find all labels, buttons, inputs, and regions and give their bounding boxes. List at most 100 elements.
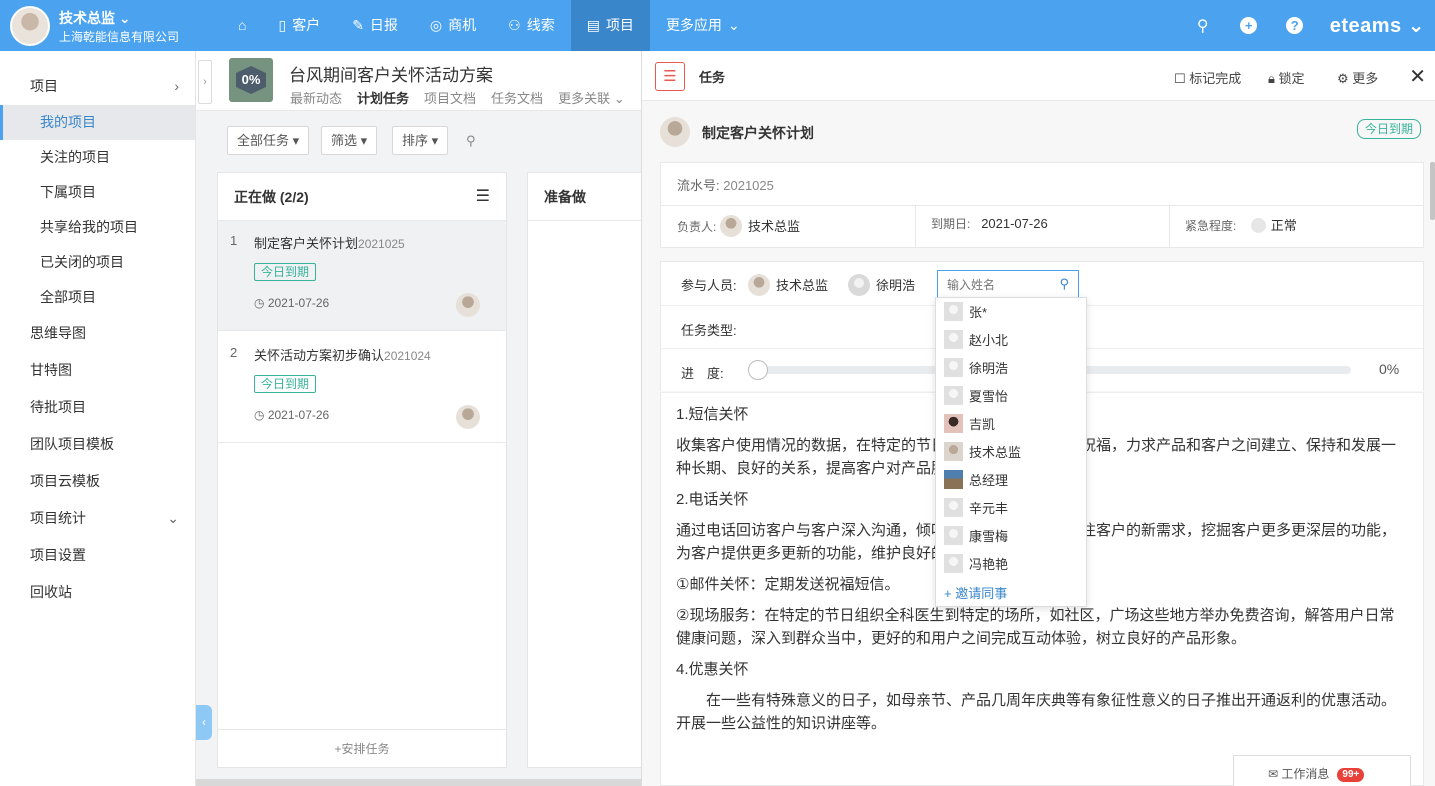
avatar (944, 470, 963, 489)
close-icon[interactable]: ✕ (1409, 64, 1426, 89)
task-owner-avatar[interactable] (660, 117, 690, 147)
project-progress-badge: 0% (229, 58, 273, 102)
tab-plan-tasks[interactable]: 计划任务 (357, 88, 409, 107)
plus-icon: + (1240, 16, 1258, 34)
sidebar-item-cloud-template[interactable]: 项目云模板 (0, 464, 195, 499)
more-button[interactable]: ⚙ 更多 (1337, 68, 1378, 87)
filter-dropdown[interactable]: 筛选 ▾ (321, 126, 378, 155)
user-menu[interactable]: 技术总监 ⌄ 上海乾能信息有限公司 (10, 6, 200, 46)
nav-lead[interactable]: ⚇ 线索 (492, 0, 571, 51)
user-name[interactable]: 技术总监 ⌄ (59, 8, 131, 28)
person-option[interactable]: 张* (936, 299, 1086, 327)
task-card[interactable]: 2 关怀活动方案初步确认2021024 今日到期 ◷ 2021-07-26 (218, 333, 506, 443)
search-icon[interactable]: ⚲ (1180, 16, 1226, 36)
task-title[interactable]: 制定客户关怀计划 (702, 123, 814, 143)
nav-daily-report[interactable]: ✎ 日报 (336, 0, 414, 51)
add-button[interactable]: + (1226, 16, 1272, 35)
tab-project-docs[interactable]: 项目文档 (424, 88, 476, 107)
nav-project[interactable]: ▤ 项目 (570, 0, 650, 51)
avatar (944, 414, 963, 433)
sidebar-item-settings[interactable]: 项目设置 (0, 538, 195, 573)
person-option[interactable]: 吉凯 (936, 411, 1086, 439)
name-search-input[interactable] (938, 271, 1056, 298)
work-messages-button[interactable]: ✉ 工作消息 99+ (1233, 755, 1411, 786)
all-tasks-dropdown[interactable]: 全部任务 ▾ (227, 126, 310, 155)
sidebar-item-project[interactable]: 项目 › (0, 69, 195, 104)
sidebar-item-team-template[interactable]: 团队项目模板 (0, 427, 195, 462)
sidebar-item-followed[interactable]: 关注的项目 (0, 140, 195, 175)
menu-icon[interactable]: ☰ (476, 173, 490, 221)
sort-dropdown[interactable]: 排序 ▾ (392, 126, 449, 155)
avatar (944, 330, 963, 349)
avatar[interactable] (456, 293, 480, 317)
avatar (944, 302, 963, 321)
serial-field: 流水号: 2021025 (677, 178, 774, 193)
nav-home[interactable]: ⌂ (222, 0, 262, 51)
task-card[interactable]: 1 制定客户关怀计划2021025 今日到期 ◷ 2021-07-26 (218, 221, 506, 331)
sidebar-item-closed[interactable]: 已关闭的项目 (0, 245, 195, 280)
list-icon: ☰ (655, 62, 685, 91)
sidebar-item-recycle[interactable]: 回收站 (0, 575, 195, 610)
due-today-tag: 今日到期 (1357, 119, 1422, 139)
person-option[interactable]: 康雪梅 (936, 523, 1086, 551)
person-option[interactable]: 夏雪怡 (936, 383, 1086, 411)
due-today-tag: 今日到期 (254, 263, 317, 281)
lock-button[interactable]: 🔒︎ 锁定 (1268, 68, 1305, 87)
search-icon[interactable]: ⚲ (466, 133, 476, 149)
user-avatar[interactable] (10, 6, 50, 46)
sidebar-item-subordinate[interactable]: 下属项目 (0, 175, 195, 210)
sidebar-item-all[interactable]: 全部项目 (0, 280, 195, 315)
name-search-field[interactable]: ⚲ (937, 270, 1079, 299)
person-option[interactable]: 技术总监 (936, 439, 1086, 467)
sidebar-item-gantt[interactable]: 甘特图 (0, 353, 195, 388)
mark-done-button[interactable]: ☐ 标记完成 (1174, 68, 1241, 87)
sidebar: 项目 › 我的项目 关注的项目 下属项目 共享给我的项目 已关闭的项目 全部项目 … (0, 51, 196, 786)
nav-opportunity[interactable]: ◎ 商机 (414, 0, 492, 51)
sidebar-collapse-button[interactable]: ‹ (196, 705, 212, 740)
task-title: 制定客户关怀计划 (254, 236, 359, 251)
help-button[interactable]: ? (1272, 16, 1318, 35)
urgency-field[interactable]: 紧急程度: 正常 (1185, 215, 1297, 234)
person-option[interactable]: 冯艳艳 (936, 551, 1086, 579)
sidebar-item-mindmap[interactable]: 思维导图 (0, 316, 195, 351)
progress-slider-handle[interactable] (748, 360, 768, 380)
chevron-down-icon: ⌄ (118, 10, 131, 26)
person-option[interactable]: 辛元丰 (936, 495, 1086, 523)
plus-icon: + (944, 586, 952, 601)
search-icon[interactable]: ⚲ (1059, 276, 1069, 292)
column-header: 准备做 (528, 173, 646, 221)
clock-icon: ◷ (254, 296, 265, 310)
task-code: 2021025 (358, 237, 405, 251)
sidebar-item-statistics[interactable]: 项目统计 ⌄ (0, 501, 195, 536)
vertical-scrollbar[interactable] (1430, 162, 1435, 220)
owner-field[interactable]: 负责人: 技术总监 (677, 215, 800, 237)
horizontal-scrollbar[interactable] (196, 779, 641, 786)
invite-colleague-link[interactable]: + 邀请同事 (944, 583, 1007, 602)
project-title: 台风期间客户关怀活动方案 (289, 66, 493, 85)
chevron-right-icon: › (174, 78, 179, 94)
tab-more-links[interactable]: 更多关联 ⌄ (558, 88, 625, 107)
nav-more-apps[interactable]: 更多应用 ⌄ (650, 0, 756, 51)
participant[interactable]: 技术总监 (748, 274, 828, 296)
sidebar-item-my-projects[interactable]: 我的项目 (0, 105, 195, 140)
chevron-left-icon: ‹ (202, 715, 206, 729)
person-option[interactable]: 总经理 (936, 467, 1086, 495)
avatar (944, 498, 963, 517)
eteams-logo[interactable]: eteams ⌄ (1318, 13, 1435, 38)
due-date-field[interactable]: 到期日: 2021-07-26 (931, 215, 1048, 232)
urgency-dot-icon (1250, 218, 1266, 233)
caret-down-icon: ▾ (292, 133, 300, 148)
sidebar-item-pending[interactable]: 待批项目 (0, 390, 195, 425)
tab-task-docs[interactable]: 任务文档 (491, 88, 543, 107)
nav-customer[interactable]: ▯ 客户 (262, 0, 336, 51)
add-task-button[interactable]: +安排任务 (218, 729, 506, 767)
panel-toggle-button[interactable]: › (198, 60, 212, 104)
tab-latest-activity[interactable]: 最新动态 (290, 88, 342, 107)
avatar[interactable] (456, 405, 480, 429)
person-option[interactable]: 赵小北 (936, 327, 1086, 355)
person-option[interactable]: 徐明浩 (936, 355, 1086, 383)
sidebar-item-shared[interactable]: 共享给我的项目 (0, 210, 195, 245)
participant[interactable]: 徐明浩 (848, 274, 915, 296)
due-today-tag: 今日到期 (254, 375, 317, 393)
customer-icon: ▯ (278, 17, 287, 33)
